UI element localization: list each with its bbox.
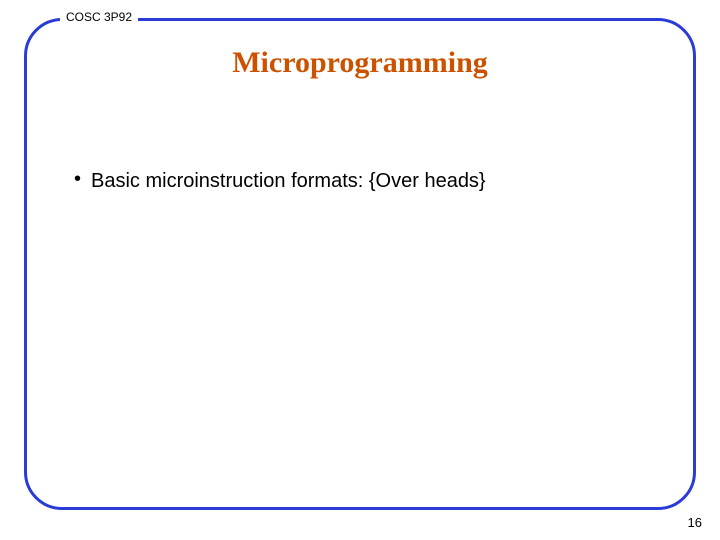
bullet-text: Basic microinstruction formats: {Over he… [91,170,486,193]
bullet-item: • Basic microinstruction formats: {Over … [74,170,486,193]
slide-title: Microprogramming [0,46,720,80]
bullet-dot-icon: • [74,169,81,189]
course-code-tag: COSC 3P92 [60,10,138,24]
page-number: 16 [688,515,702,530]
slide-frame [24,18,696,510]
